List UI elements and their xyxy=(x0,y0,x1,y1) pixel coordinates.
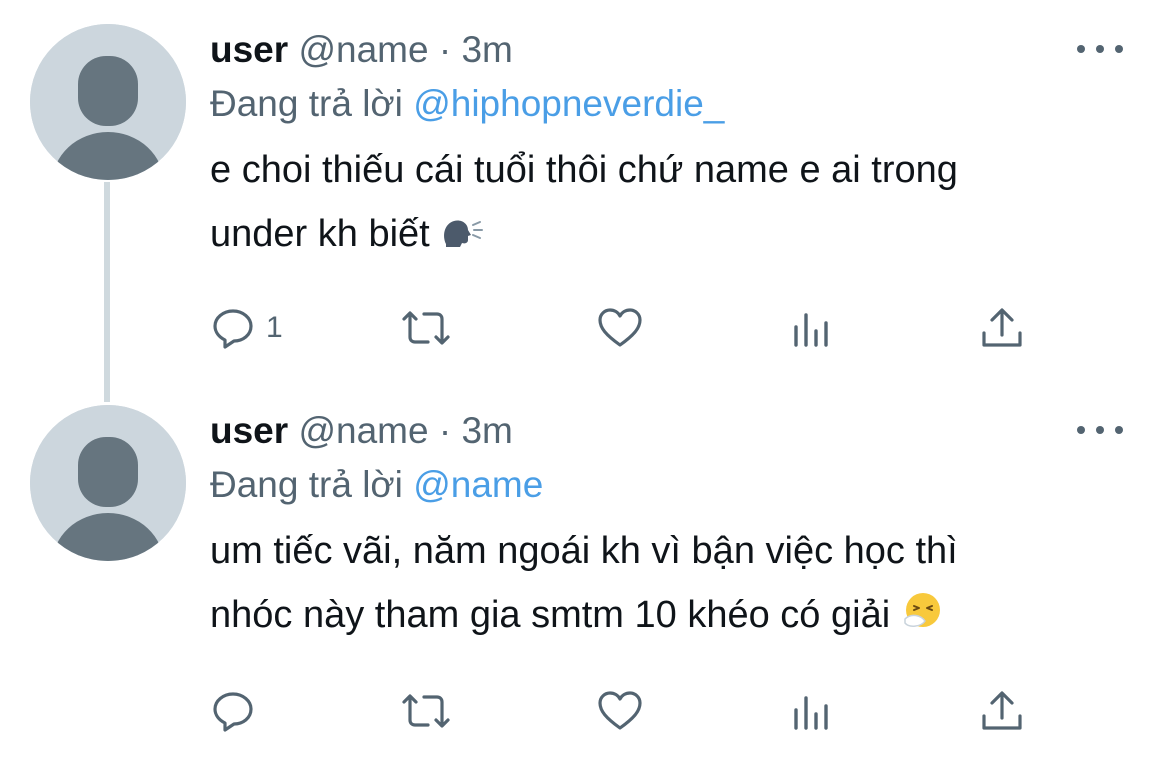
analytics-icon xyxy=(794,696,828,730)
tweet-text: e choi thiếu cái tuổi thôi chứ name e ai… xyxy=(210,138,1129,270)
replying-to: Đang trả lời @name xyxy=(210,457,1129,513)
default-avatar-icon xyxy=(30,24,186,180)
share-icon xyxy=(982,691,1022,730)
like-icon xyxy=(598,691,642,730)
username[interactable]: user xyxy=(210,410,288,451)
tweet-body: user @name · 3m Đang trả lời @hiphopneve… xyxy=(210,24,1129,270)
analytics-button[interactable] xyxy=(790,300,834,356)
reply-icon xyxy=(213,692,253,732)
tweet-text-line-2: nhóc này tham gia smtm 10 khéo có giải xyxy=(210,583,1129,651)
sneezing-face-emoji xyxy=(901,587,945,651)
like-button[interactable] xyxy=(596,300,644,356)
analytics-icon xyxy=(794,313,828,347)
like-button[interactable] xyxy=(596,683,644,739)
share-button[interactable] xyxy=(978,683,1026,739)
user-handle[interactable]: @name xyxy=(298,29,428,70)
avatar[interactable] xyxy=(30,405,186,561)
share-button[interactable] xyxy=(978,300,1026,356)
default-avatar-icon xyxy=(30,405,186,561)
tweet-text-line: e choi thiếu cái tuổi thôi chứ name e ai… xyxy=(210,149,958,191)
like-icon xyxy=(598,308,642,347)
replying-to: Đang trả lời @hiphopneverdie_ xyxy=(210,76,1129,132)
retweet-icon xyxy=(402,694,450,728)
tweet-text-line: nhóc này tham gia smtm 10 khéo có giải xyxy=(210,594,891,636)
mention-link[interactable]: @name xyxy=(413,464,543,505)
retweet-button[interactable] xyxy=(398,683,454,739)
analytics-button[interactable] xyxy=(790,683,834,739)
tweet-header: user @name · 3m xyxy=(210,405,1129,457)
more-icon[interactable] xyxy=(1077,34,1123,64)
replying-prefix: Đang trả lời xyxy=(210,464,403,505)
reply-button[interactable] xyxy=(210,683,266,739)
timestamp[interactable]: 3m xyxy=(461,410,512,451)
tweet-text-line: um tiếc vãi, năm ngoái kh vì bận việc họ… xyxy=(210,530,958,572)
retweet-button[interactable] xyxy=(398,300,454,356)
tweet-header: user @name · 3m xyxy=(210,24,1129,76)
mention-link[interactable]: @hiphopneverdie_ xyxy=(413,83,724,124)
reply-count: 1 xyxy=(266,311,283,344)
reply-icon xyxy=(213,309,253,349)
avatar[interactable] xyxy=(30,24,186,180)
retweet-icon xyxy=(402,311,450,345)
thread-connector-line xyxy=(104,182,110,402)
user-handle[interactable]: @name xyxy=(298,410,428,451)
tweet-body: user @name · 3m Đang trả lời @name um ti… xyxy=(210,405,1129,651)
replying-prefix: Đang trả lời xyxy=(210,83,403,124)
separator-dot: · xyxy=(438,29,452,70)
more-icon[interactable] xyxy=(1077,415,1123,445)
tweet-text: um tiếc vãi, năm ngoái kh vì bận việc họ… xyxy=(210,519,1129,651)
share-icon xyxy=(982,308,1022,347)
separator-dot: · xyxy=(438,410,452,451)
tweet-text-line-2: under kh biết xyxy=(210,202,1129,270)
username[interactable]: user xyxy=(210,29,288,70)
tweet-text-line: under kh biết xyxy=(210,213,430,255)
tweet-actions: 1 xyxy=(210,300,1030,356)
timestamp[interactable]: 3m xyxy=(461,29,512,70)
speaking-head-emoji xyxy=(440,206,484,270)
tweet-actions xyxy=(210,683,1030,739)
reply-button[interactable]: 1 xyxy=(210,300,283,356)
